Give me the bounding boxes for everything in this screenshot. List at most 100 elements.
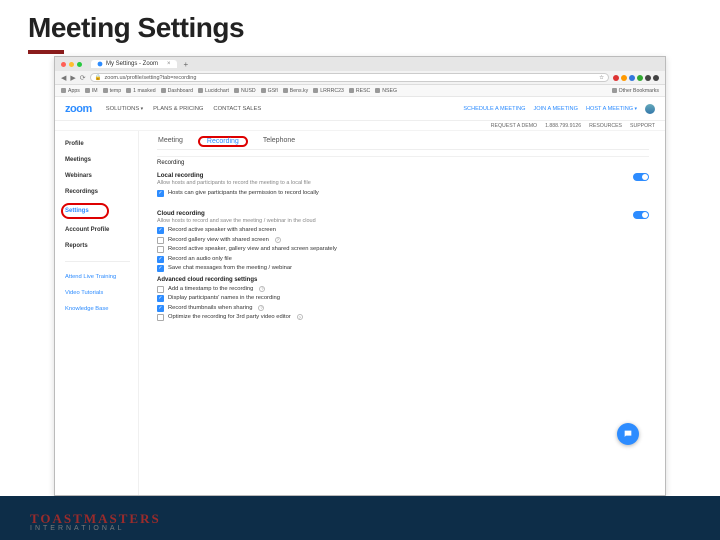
other-bookmarks[interactable]: Other Bookmarks — [612, 88, 659, 94]
checkbox-icon — [157, 295, 164, 302]
checkbox-audio-only[interactable]: Record an audio only file — [157, 255, 649, 263]
ext-icon[interactable] — [645, 75, 651, 81]
checkbox-icon — [157, 227, 164, 234]
zoom-favicon-icon — [97, 61, 103, 67]
tab-telephone[interactable]: Telephone — [262, 137, 296, 146]
bookmark-item[interactable]: NSEG — [375, 88, 397, 94]
bookmark-item[interactable]: temp — [103, 88, 122, 94]
sidebar-help-tutorials[interactable]: Video Tutorials — [65, 288, 138, 298]
zoom-logo[interactable]: zoom — [65, 103, 92, 115]
sidebar-item-profile[interactable]: Profile — [65, 139, 138, 149]
checkbox-save-chat[interactable]: Save chat messages from the meeting / we… — [157, 265, 649, 273]
bookmark-item[interactable]: IM — [85, 88, 98, 94]
checkbox-icon — [157, 265, 164, 272]
bookmark-item[interactable]: NUSD — [234, 88, 256, 94]
checkbox-record-active-speaker[interactable]: Record active speaker with shared screen — [157, 227, 649, 235]
slide-title: Meeting Settings — [0, 0, 720, 48]
tab-close-icon[interactable]: × — [167, 61, 171, 67]
checkbox-timestamp[interactable]: Add a timestamp to the recording? — [157, 285, 649, 293]
ext-icon[interactable] — [629, 75, 635, 81]
info-icon[interactable]: ? — [297, 314, 303, 320]
reload-button[interactable]: ⟳ — [80, 74, 86, 82]
setting-local-recording: Local recording Allow hosts and particip… — [157, 172, 649, 186]
bookmark-item[interactable]: 1 masked — [126, 88, 156, 94]
checkbox-label: Record gallery view with shared screen — [168, 237, 269, 243]
ext-icon[interactable] — [621, 75, 627, 81]
toastmasters-logo: TOASTMASTERS INTERNATIONAL — [30, 511, 161, 532]
sidebar-item-account[interactable]: Account Profile — [65, 225, 138, 235]
bookmark-item[interactable]: RESC — [349, 88, 370, 94]
forward-button[interactable]: ▶ — [70, 74, 75, 82]
url-text: zoom.us/profile/setting?tab=recording — [105, 75, 197, 81]
checkbox-label: Optimize the recording for 3rd party vid… — [168, 314, 291, 320]
highlight-ring-recording-tab: Recording — [198, 136, 248, 147]
window-max-icon[interactable] — [77, 62, 82, 67]
link-request-demo[interactable]: Request a Demo — [491, 123, 537, 129]
sidebar-item-meetings[interactable]: Meetings — [65, 155, 138, 165]
tab-recording[interactable]: Recording — [206, 138, 240, 145]
link-schedule[interactable]: Schedule a Meeting — [463, 106, 525, 112]
local-recording-sub: Allow hosts and participants to record t… — [157, 180, 627, 186]
tab-meeting[interactable]: Meeting — [157, 137, 184, 146]
avatar[interactable] — [645, 104, 655, 114]
nav-plans[interactable]: Plans & Pricing — [153, 106, 203, 112]
menu-icon[interactable] — [653, 75, 659, 81]
checkbox-label: Save chat messages from the meeting / we… — [168, 265, 292, 271]
link-resources[interactable]: Resources — [589, 123, 622, 129]
checkbox-label: Display participants' names in the recor… — [168, 295, 280, 301]
new-tab-button[interactable]: + — [184, 60, 189, 69]
checkbox-record-gallery[interactable]: Record gallery view with shared screen? — [157, 236, 649, 244]
info-icon[interactable]: ? — [275, 237, 281, 243]
checkbox-hosts-give-permission[interactable]: Hosts can give participants the permissi… — [157, 189, 649, 197]
info-icon[interactable]: ? — [259, 286, 265, 292]
bookmark-item[interactable]: GSfl — [261, 88, 278, 94]
sidebar-help-training[interactable]: Attend Live Training — [65, 272, 138, 282]
link-host[interactable]: Host a Meeting — [586, 106, 637, 112]
checkbox-icon — [157, 190, 164, 197]
toggle-cloud-recording[interactable] — [633, 211, 649, 219]
settings-tabs: Meeting Recording Telephone — [157, 137, 649, 150]
extension-icons — [613, 75, 659, 81]
sidebar-item-webinars[interactable]: Webinars — [65, 171, 138, 181]
window-min-icon[interactable] — [69, 62, 74, 67]
address-bar[interactable]: 🔒 zoom.us/profile/setting?tab=recording … — [90, 73, 609, 82]
sidebar-item-settings[interactable]: Settings — [65, 206, 101, 216]
section-recording: Recording — [157, 156, 649, 169]
bookmark-item[interactable]: Bens.ky — [283, 88, 308, 94]
nav-solutions[interactable]: Solutions — [106, 106, 143, 112]
ext-icon[interactable] — [613, 75, 619, 81]
highlight-ring-settings: Settings — [61, 203, 109, 219]
back-button[interactable]: ◀ — [61, 74, 66, 82]
nav-contact[interactable]: Contact Sales — [213, 106, 261, 112]
bookmark-item[interactable]: Dashboard — [161, 88, 193, 94]
sidebar-help-kb[interactable]: Knowledge Base — [65, 304, 138, 314]
sidebar-item-recordings[interactable]: Recordings — [65, 187, 138, 197]
lock-icon: 🔒 — [95, 75, 102, 81]
checkbox-record-separately[interactable]: Record active speaker, gallery view and … — [157, 246, 649, 254]
link-support[interactable]: Support — [630, 123, 655, 129]
checkbox-optimize-3rd-party[interactable]: Optimize the recording for 3rd party vid… — [157, 314, 649, 322]
checkbox-label: Hosts can give participants the permissi… — [168, 190, 319, 196]
checkbox-icon — [157, 246, 164, 253]
checkbox-label: Record an audio only file — [168, 256, 232, 262]
bookmark-item[interactable]: Lucidchart — [198, 88, 229, 94]
zoom-body: Profile Meetings Webinars Recordings Set… — [55, 131, 665, 496]
browser-tab-title: My Settings - Zoom — [106, 61, 158, 67]
setting-cloud-recording: Cloud recording Allow hosts to record an… — [157, 210, 649, 224]
sidebar-item-reports[interactable]: Reports — [65, 241, 138, 251]
zoom-subheader: Request a Demo 1.888.799.9126 Resources … — [55, 121, 665, 131]
checkbox-thumbnails[interactable]: Record thumbnails when sharing? — [157, 304, 649, 312]
ext-icon[interactable] — [637, 75, 643, 81]
info-icon[interactable]: ? — [258, 305, 264, 311]
bookmark-item[interactable]: Apps — [61, 88, 80, 94]
checkbox-display-names[interactable]: Display participants' names in the recor… — [157, 295, 649, 303]
window-close-icon[interactable] — [61, 62, 66, 67]
toggle-local-recording[interactable] — [633, 173, 649, 181]
browser-window: My Settings - Zoom × + ◀ ▶ ⟳ 🔒 zoom.us/p… — [54, 56, 666, 496]
link-join[interactable]: Join a Meeting — [533, 106, 577, 112]
checkbox-icon — [157, 314, 164, 321]
chat-fab[interactable] — [617, 423, 639, 445]
star-icon[interactable]: ☆ — [599, 75, 604, 81]
browser-tab[interactable]: My Settings - Zoom × — [91, 60, 177, 68]
bookmark-item[interactable]: LRRRC23 — [313, 88, 344, 94]
